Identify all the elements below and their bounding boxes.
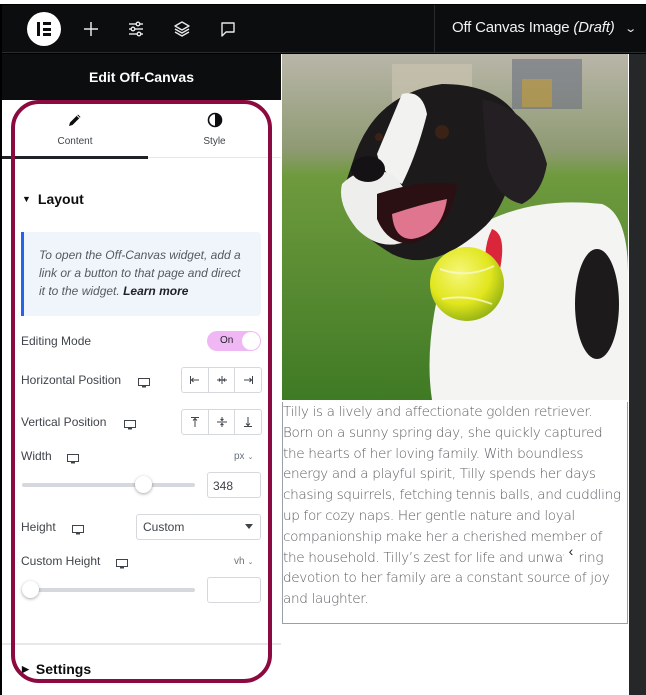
editor-panel: Edit Off-Canvas Content Style ▼ Layout To… (2, 54, 281, 695)
panel-title: Edit Off-Canvas (2, 54, 281, 100)
vertical-position-group (181, 409, 262, 435)
preview-canvas: Tilly is a lively and affectionate golde… (281, 54, 629, 695)
section-layout-title: Layout (37, 191, 84, 207)
desktop-responsive-icon[interactable] (67, 451, 79, 464)
section-layout-toggle[interactable]: ▼ Layout (22, 191, 84, 207)
structure-layers-icon[interactable] (170, 17, 194, 41)
page-title: Off Canvas Image (452, 19, 570, 36)
width-unit-select[interactable]: px ⌄ (234, 451, 253, 462)
section-settings-title: Settings (35, 661, 92, 677)
align-bottom-button[interactable] (235, 410, 261, 434)
toggle-knob (242, 332, 260, 350)
offcanvas-text-box: Tilly is a lively and affectionate golde… (282, 402, 628, 624)
dog-image (282, 54, 628, 400)
desktop-responsive-icon[interactable] (72, 522, 84, 535)
active-tab-indicator (2, 156, 148, 159)
pencil-icon (2, 112, 148, 130)
panel-tabs: Content Style (2, 100, 281, 159)
contrast-icon (148, 112, 281, 130)
width-unit: px (234, 451, 245, 462)
align-center-button[interactable] (209, 368, 236, 392)
desktop-responsive-icon[interactable] (124, 417, 136, 430)
align-top-button[interactable] (182, 410, 209, 434)
height-label: Height (21, 520, 56, 534)
learn-more-link[interactable]: Learn more (123, 284, 188, 298)
tab-style[interactable]: Style (148, 100, 281, 158)
elementor-logo-icon[interactable] (27, 12, 61, 46)
caret-down-icon: ▼ (22, 194, 31, 205)
vertical-position-label: Vertical Position (21, 415, 107, 429)
horizontal-position-label: Horizontal Position (21, 373, 122, 387)
page-title-dropdown[interactable]: Off Canvas Image (Draft) ⌄ (452, 19, 638, 36)
width-slider[interactable] (22, 483, 195, 487)
custom-height-unit-select[interactable]: vh ⌄ (234, 556, 253, 567)
dropdown-arrow-icon (245, 524, 253, 529)
section-settings-toggle[interactable]: ▶ Settings (22, 661, 91, 677)
tab-content-label: Content (57, 136, 93, 147)
add-icon[interactable] (79, 17, 103, 41)
notes-icon[interactable] (216, 17, 240, 41)
width-input[interactable]: 348 (207, 472, 261, 498)
custom-height-label: Custom Height (21, 554, 101, 568)
width-slider-handle[interactable] (134, 476, 152, 493)
desktop-responsive-icon[interactable] (138, 375, 150, 388)
chevron-down-icon: ⌄ (624, 23, 638, 35)
offcanvas-close-chevron-icon[interactable]: ‹ (564, 540, 578, 562)
height-select[interactable]: Custom (136, 514, 261, 540)
align-middle-button[interactable] (209, 410, 236, 434)
horizontal-position-group (181, 367, 262, 393)
topbar-divider (434, 5, 435, 53)
align-start-button[interactable] (182, 368, 209, 392)
site-settings-icon[interactable] (124, 17, 148, 41)
custom-height-slider-handle[interactable] (21, 581, 39, 598)
editor-top-bar: Off Canvas Image (Draft) ⌄ (2, 5, 646, 53)
canvas-scrollbar[interactable] (629, 54, 646, 695)
toggle-state: On (220, 335, 234, 346)
offcanvas-text: Tilly is a lively and affectionate golde… (283, 404, 621, 608)
custom-height-unit: vh (234, 556, 245, 567)
width-label: Width (21, 449, 52, 463)
custom-height-input[interactable] (207, 577, 261, 603)
editing-mode-label: Editing Mode (21, 334, 92, 348)
tab-content[interactable]: Content (2, 100, 148, 159)
info-notice: To open the Off-Canvas widget, add a lin… (21, 232, 261, 316)
top-border (0, 0, 646, 4)
align-end-button[interactable] (235, 368, 261, 392)
caret-right-icon: ▶ (22, 663, 29, 674)
custom-height-slider[interactable] (22, 588, 195, 592)
desktop-responsive-icon[interactable] (116, 556, 128, 569)
tab-style-label: Style (203, 136, 226, 147)
editing-mode-toggle[interactable]: On (207, 331, 261, 351)
section-divider (2, 643, 281, 645)
app-frame: Off Canvas Image (Draft) ⌄ Edit Off-Canv… (0, 0, 646, 695)
height-selected-value: Custom (143, 520, 185, 534)
page-status: (Draft) (573, 19, 615, 36)
